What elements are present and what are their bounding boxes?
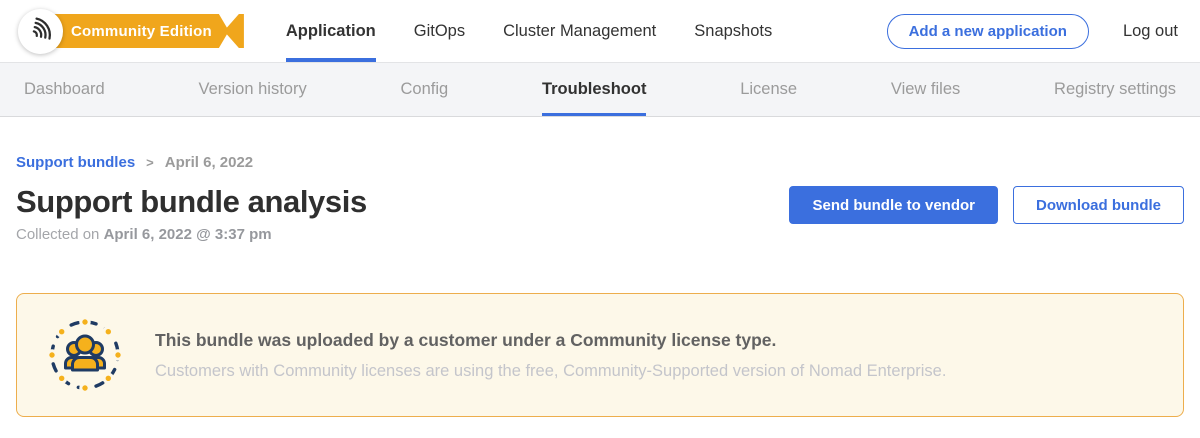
subnav-item-dashboard[interactable]: Dashboard bbox=[24, 63, 105, 116]
notice-text: This bundle was uploaded by a customer u… bbox=[155, 330, 946, 381]
tab-application[interactable]: Application bbox=[286, 0, 376, 62]
subnav-item-view-files[interactable]: View files bbox=[891, 63, 960, 116]
notice-heading: This bundle was uploaded by a customer u… bbox=[155, 330, 946, 351]
community-license-notice: This bundle was uploaded by a customer u… bbox=[16, 293, 1184, 417]
edition-badge: Community Edition bbox=[39, 14, 244, 48]
app-logo[interactable] bbox=[18, 9, 63, 54]
breadcrumb-support-bundles-link[interactable]: Support bundles bbox=[16, 154, 135, 171]
subnav-item-troubleshoot[interactable]: Troubleshoot bbox=[542, 63, 647, 116]
notice-body: Customers with Community licenses are us… bbox=[155, 362, 946, 381]
top-nav: Community Edition Application GitOps Clu… bbox=[0, 0, 1200, 62]
primary-tabs: Application GitOps Cluster Management Sn… bbox=[286, 0, 772, 62]
page-header-text: Support bundle analysis Collected on Apr… bbox=[16, 184, 367, 243]
download-bundle-button[interactable]: Download bundle bbox=[1013, 186, 1184, 224]
collected-date: April 6, 2022 @ 3:37 pm bbox=[104, 226, 272, 243]
edition-badge-label: Community Edition bbox=[39, 14, 229, 48]
subnav-item-version-history[interactable]: Version history bbox=[199, 63, 307, 116]
collected-timestamp: Collected on April 6, 2022 @ 3:37 pm bbox=[16, 226, 367, 243]
breadcrumb: Support bundles > April 6, 2022 bbox=[16, 117, 1184, 171]
page-title: Support bundle analysis bbox=[16, 184, 367, 220]
subnav-item-config[interactable]: Config bbox=[400, 63, 448, 116]
brand: Community Edition bbox=[18, 9, 244, 54]
edition-badge-ribbon-tail bbox=[224, 14, 244, 48]
replicated-logo-icon bbox=[28, 16, 54, 47]
bundle-actions: Send bundle to vendor Download bundle bbox=[789, 184, 1184, 224]
collected-prefix: Collected on bbox=[16, 226, 99, 243]
breadcrumb-current: April 6, 2022 bbox=[165, 154, 253, 171]
tab-cluster-management[interactable]: Cluster Management bbox=[503, 0, 656, 62]
community-people-icon bbox=[47, 317, 123, 393]
logout-link[interactable]: Log out bbox=[1123, 22, 1178, 41]
subnav-item-license[interactable]: License bbox=[740, 63, 797, 116]
breadcrumb-separator: > bbox=[146, 155, 154, 170]
subnav-item-registry-settings[interactable]: Registry settings bbox=[1054, 63, 1176, 116]
add-new-application-button[interactable]: Add a new application bbox=[887, 14, 1089, 49]
app-sub-nav: Dashboard Version history Config Trouble… bbox=[0, 62, 1200, 117]
main-content: Support bundles > April 6, 2022 Support … bbox=[0, 117, 1200, 417]
send-bundle-to-vendor-button[interactable]: Send bundle to vendor bbox=[789, 186, 998, 224]
page-header: Support bundle analysis Collected on Apr… bbox=[16, 184, 1184, 243]
top-nav-right: Add a new application Log out bbox=[887, 14, 1178, 49]
tab-snapshots[interactable]: Snapshots bbox=[694, 0, 772, 62]
tab-gitops[interactable]: GitOps bbox=[414, 0, 465, 62]
